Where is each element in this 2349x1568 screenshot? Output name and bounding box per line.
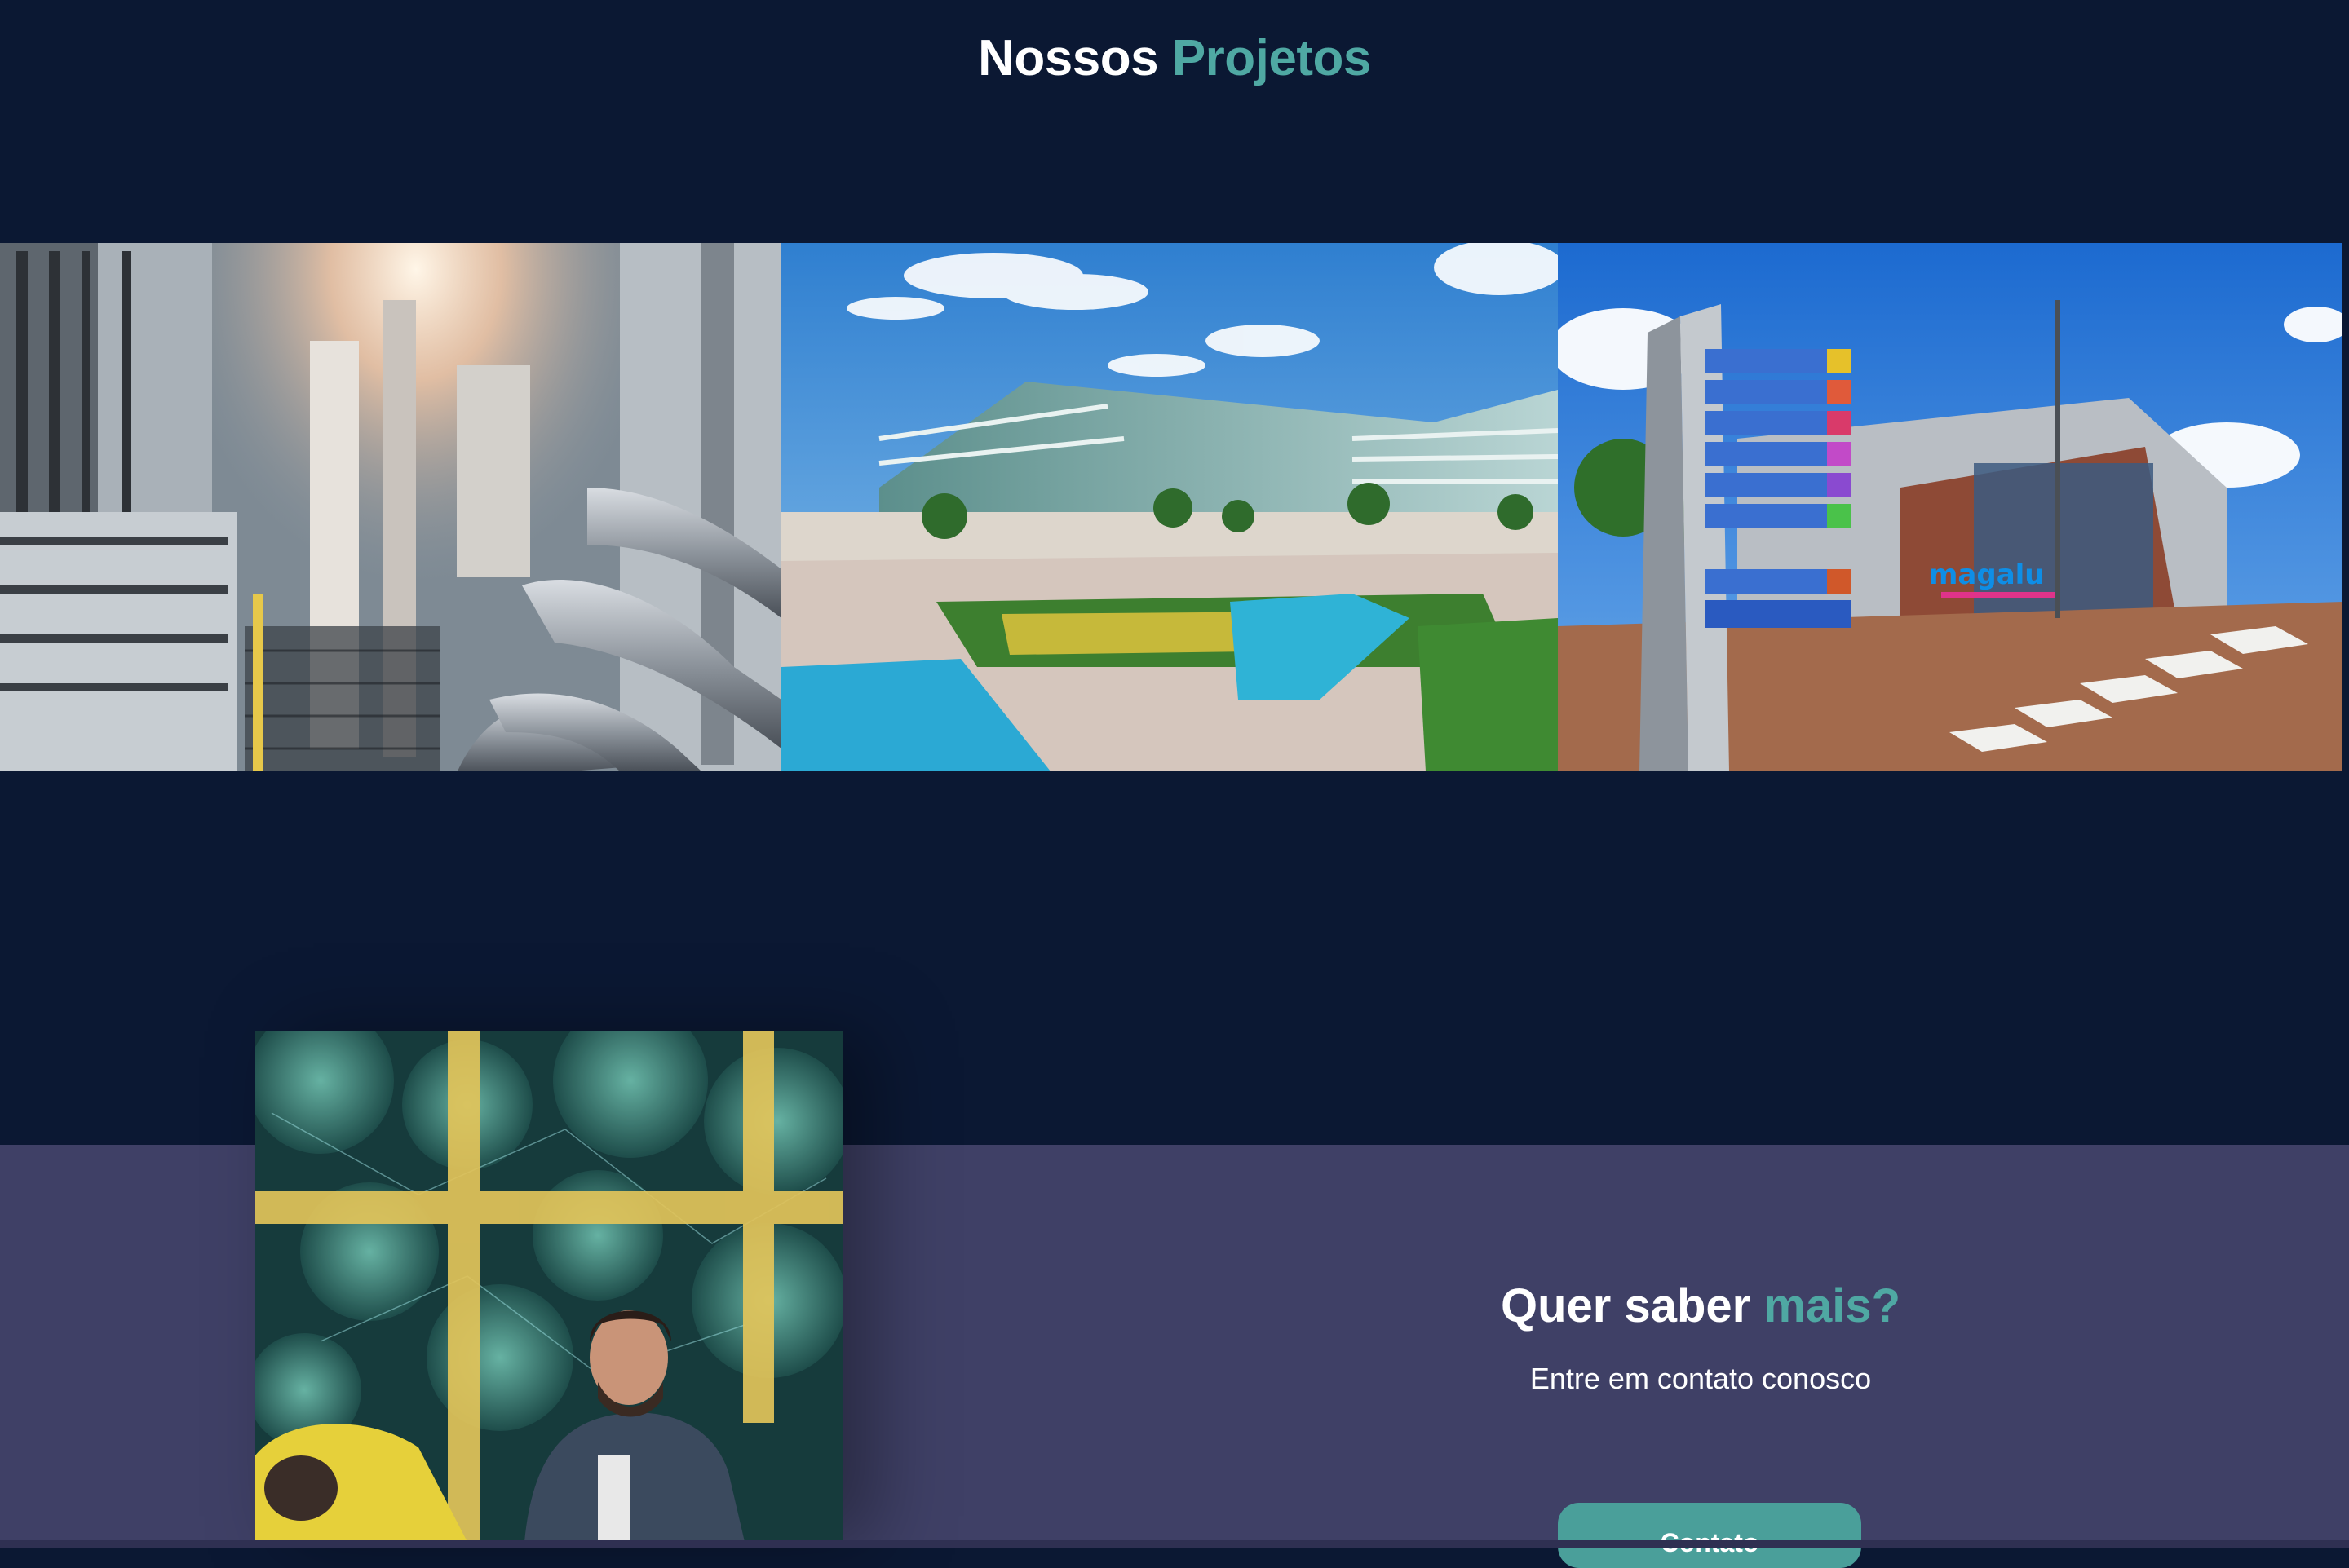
industrial-hvac-ducts-photo [0,243,781,771]
corporate-campus-pool-photo [781,243,1558,771]
contact-subtitle: Entre em contato conosco [1529,1362,1872,1395]
projects-title-accent: Projetos [1171,30,1372,86]
contact-title-word: Quer saber [1500,1279,1751,1332]
magalu-logo: magalu [1929,559,2045,591]
contact-title: Quer saber mais? [1272,1279,2129,1333]
contact-button[interactable]: Contato [1558,1503,1861,1568]
magalu-building-signpost-photo: magalu [1558,243,2342,771]
contact-title-accent: mais? [1763,1279,1901,1332]
bottom-edge-strip [0,1540,2349,1548]
projects-title-word: Nossos [978,30,1159,86]
projects-title: Nossos Projetos [0,29,2349,87]
projects-gallery: magalu [0,243,2342,771]
projects-section: Nossos Projetos magalu [0,0,2349,1145]
office-people-photo [255,1031,843,1542]
